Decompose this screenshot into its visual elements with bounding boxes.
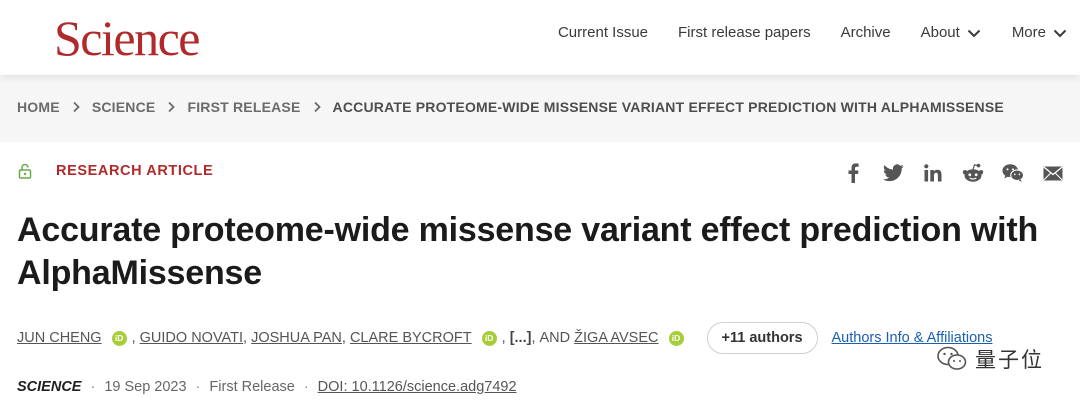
reddit-icon[interactable] [962, 162, 984, 184]
author-separator: , [501, 330, 510, 346]
linkedin-icon[interactable] [922, 162, 944, 184]
breadcrumb-home[interactable]: HOME [17, 99, 60, 115]
journal-name[interactable]: SCIENCE [17, 379, 81, 395]
breadcrumb-bar: HOME SCIENCE FIRST RELEASE ACCURATE PROT… [0, 75, 1080, 142]
twitter-icon[interactable] [882, 162, 904, 184]
chevron-down-icon [967, 29, 981, 37]
facebook-icon[interactable] [842, 162, 864, 184]
chevron-right-icon [168, 101, 176, 113]
main-nav: Current Issue First release papers Archi… [528, 24, 1068, 41]
watermark-text: 量子位 [975, 348, 1044, 372]
release-label: First Release [209, 379, 295, 395]
nav-about[interactable]: About [921, 24, 982, 41]
chevron-right-icon [73, 101, 80, 113]
nav-first-release[interactable]: First release papers [678, 24, 811, 41]
author-separator: , [131, 330, 140, 346]
author-link[interactable]: CLARE BYCROFT [350, 330, 472, 346]
nav-label: First release papers [678, 24, 811, 41]
author-link[interactable]: ŽIGA AVSEC [574, 330, 658, 346]
email-icon[interactable] [1042, 162, 1064, 184]
author-separator: , [243, 330, 252, 346]
author-link[interactable]: JUN CHENG [17, 330, 102, 346]
separator-dot: · [303, 379, 309, 395]
chevron-down-icon [1053, 29, 1067, 37]
chevron-right-icon [313, 101, 321, 113]
nav-more[interactable]: More [1012, 24, 1068, 41]
wechat-icon[interactable] [1002, 162, 1024, 184]
orcid-icon[interactable]: iD [111, 330, 127, 346]
science-logo[interactable]: Science [54, 10, 200, 66]
separator-dot: · [90, 379, 96, 395]
site-header: Science Current Issue First release pape… [0, 0, 1080, 75]
breadcrumb: HOME SCIENCE FIRST RELEASE ACCURATE PROT… [17, 99, 1004, 115]
author-link[interactable]: GUIDO NOVATI [140, 330, 243, 346]
author-separator: , [341, 330, 350, 346]
orcid-icon[interactable]: iD [668, 330, 684, 346]
more-authors-button[interactable]: +11 authors [706, 322, 818, 354]
nav-label: Current Issue [557, 24, 649, 41]
and-label: AND [539, 330, 571, 346]
author-ellipsis[interactable]: [...] [510, 330, 532, 346]
lock-open-icon [18, 163, 32, 179]
orcid-icon[interactable]: iD [481, 330, 497, 346]
wechat-logo-icon [937, 346, 967, 370]
article-title: Accurate proteome-wide missense variant … [17, 211, 1039, 292]
watermark: 量子位 [937, 344, 1044, 374]
citation-line: SCIENCE · 19 Sep 2023 · First Release · … [17, 379, 517, 395]
nav-archive[interactable]: Archive [841, 24, 891, 41]
breadcrumb-first-release[interactable]: FIRST RELEASE [187, 99, 300, 115]
article-type-row: RESEARCH ARTICLE [18, 163, 213, 179]
breadcrumb-current: ACCURATE PROTEOME-WIDE MISSENSE VARIANT … [332, 99, 1004, 115]
nav-current-issue[interactable]: Current Issue [558, 24, 648, 41]
nav-label: More [1011, 24, 1046, 41]
author-list: JUN CHENG iD , GUIDO NOVATI , JOSHUA PAN… [17, 322, 992, 354]
article-type-label: RESEARCH ARTICLE [56, 163, 214, 179]
breadcrumb-science[interactable]: SCIENCE [92, 99, 156, 115]
separator-dot: · [195, 379, 201, 395]
author-link[interactable]: JOSHUA PAN [251, 330, 342, 346]
author-separator: , [531, 330, 540, 346]
nav-label: Archive [840, 24, 891, 41]
publication-date: 19 Sep 2023 [104, 379, 187, 395]
doi-link[interactable]: DOI: 10.1126/science.adg7492 [318, 379, 517, 395]
nav-label: About [920, 24, 960, 41]
share-toolbar [824, 162, 1064, 184]
